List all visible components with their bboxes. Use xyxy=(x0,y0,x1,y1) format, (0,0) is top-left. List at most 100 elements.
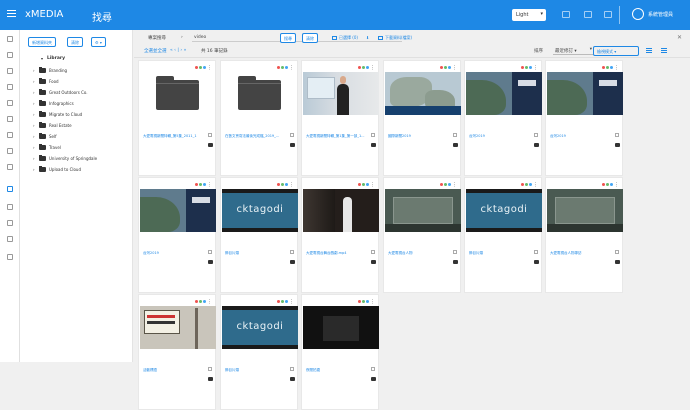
more-icon[interactable]: ⋮ xyxy=(289,300,294,305)
media-name[interactable]: 大愛電視新聞特輯_第5集_2011_1 xyxy=(143,134,203,139)
archive-icon[interactable] xyxy=(7,236,13,242)
media-thumbnail[interactable] xyxy=(547,189,623,232)
basket-icon[interactable] xyxy=(208,143,213,147)
basket-icon[interactable] xyxy=(208,260,213,264)
select-checkbox[interactable] xyxy=(208,250,212,254)
basket-icon[interactable] xyxy=(453,143,458,147)
chevron-right-icon[interactable]: › xyxy=(33,101,35,106)
basket-icon[interactable] xyxy=(371,260,376,264)
tag-icon[interactable] xyxy=(7,132,13,138)
chevron-right-icon[interactable]: › xyxy=(33,123,35,128)
more-icon[interactable]: ⋮ xyxy=(452,183,457,188)
settings-icon[interactable] xyxy=(7,204,13,210)
media-name[interactable]: 節目片頭 xyxy=(225,368,285,373)
list-icon[interactable] xyxy=(7,52,13,58)
basket-icon[interactable] xyxy=(534,260,539,264)
chevron-right-icon[interactable]: › xyxy=(33,134,35,139)
media-name[interactable]: 節目片頭 xyxy=(469,251,529,256)
chart-icon[interactable] xyxy=(7,100,13,106)
more-icon[interactable]: ⋮ xyxy=(452,66,457,71)
download-icon[interactable]: ⬇ xyxy=(366,35,369,40)
basket-icon[interactable] xyxy=(290,260,295,264)
tree-item[interactable]: › University of Springdale xyxy=(33,154,133,163)
tree-item[interactable]: › Branding xyxy=(33,66,133,75)
media-thumbnail[interactable]: cktagodi xyxy=(466,189,542,232)
basket-icon[interactable] xyxy=(615,260,620,264)
edit-icon[interactable] xyxy=(7,116,13,122)
media-thumbnail[interactable]: cktagodi xyxy=(222,306,298,349)
tree-item[interactable]: › Migrate to Cloud xyxy=(33,110,133,119)
media-thumbnail[interactable]: cktagodi xyxy=(222,189,298,232)
basket-icon[interactable] xyxy=(208,377,213,381)
media-name[interactable]: 在藝文會寫法最後完成檔_2019_... xyxy=(225,134,285,139)
media-card[interactable]: ⋮ cktagodi 節目片頭 xyxy=(220,294,298,410)
chevron-right-icon[interactable]: › xyxy=(33,90,35,95)
media-name[interactable]: 活動標語 xyxy=(143,368,203,373)
media-card[interactable]: ⋮ 台灣2019 xyxy=(464,60,542,176)
media-card[interactable]: ⋮ 大愛電視新聞特輯_第1集_第一部_1... xyxy=(301,60,379,176)
media-thumbnail[interactable] xyxy=(140,72,216,115)
media-thumbnail[interactable] xyxy=(303,72,379,115)
more-icon[interactable]: ⋮ xyxy=(207,300,212,305)
media-card[interactable]: ⋮ cktagodi 節目片頭 xyxy=(464,177,542,293)
media-name[interactable]: 台灣2019 xyxy=(469,134,529,139)
path-input[interactable]: video xyxy=(192,33,402,42)
close-icon[interactable]: ✕ xyxy=(677,34,682,41)
media-thumbnail[interactable] xyxy=(385,72,461,115)
tree-item[interactable]: › Real Estate xyxy=(33,121,133,130)
reset-button[interactable]: 清除 xyxy=(302,33,318,43)
sort-select[interactable]: 最近修訂 ▾ xyxy=(553,46,593,55)
more-icon[interactable]: ⋮ xyxy=(207,183,212,188)
chevron-right-icon[interactable]: › xyxy=(33,167,35,172)
select-checkbox[interactable] xyxy=(453,133,457,137)
avatar[interactable] xyxy=(632,8,644,20)
menu-icon[interactable] xyxy=(7,10,16,19)
more-icon[interactable]: ⋮ xyxy=(533,66,538,71)
select-checkbox[interactable] xyxy=(371,250,375,254)
home-icon[interactable] xyxy=(7,36,13,42)
select-checkbox[interactable] xyxy=(371,367,375,371)
media-thumbnail[interactable] xyxy=(547,72,623,115)
more-icon[interactable]: ⋮ xyxy=(289,66,294,71)
media-card[interactable]: ⋮ 台灣2019 xyxy=(138,177,216,293)
media-name[interactable]: 台灣2019 xyxy=(143,251,203,256)
select-checkbox[interactable] xyxy=(534,133,538,137)
media-thumbnail[interactable] xyxy=(222,72,298,115)
info-icon[interactable] xyxy=(7,220,13,226)
select-checkbox[interactable] xyxy=(534,250,538,254)
tree-item[interactable]: › Great Outdoors Co. xyxy=(33,88,133,97)
more-icon[interactable]: ⋮ xyxy=(533,183,538,188)
message-icon[interactable] xyxy=(584,11,592,18)
search-button[interactable]: 搜尋 xyxy=(280,33,296,43)
library-caret-icon[interactable]: ▾ xyxy=(41,56,43,61)
more-icon[interactable]: ⋮ xyxy=(614,66,619,71)
media-thumbnail[interactable] xyxy=(385,189,461,232)
chevron-right-icon[interactable]: › xyxy=(33,145,35,150)
tree-item[interactable]: › Infographics xyxy=(33,99,133,108)
more-icon[interactable]: ⋮ xyxy=(207,66,212,71)
search-icon[interactable] xyxy=(7,186,13,192)
select-checkbox[interactable] xyxy=(615,133,619,137)
more-icon[interactable]: ⋮ xyxy=(289,183,294,188)
clear-tree-button[interactable]: 清除 xyxy=(67,37,83,47)
library-root[interactable]: Library xyxy=(47,56,65,61)
chevron-right-icon[interactable]: › xyxy=(33,79,35,84)
select-checkbox[interactable] xyxy=(290,250,294,254)
basket-icon[interactable] xyxy=(453,260,458,264)
media-thumbnail[interactable] xyxy=(140,189,216,232)
chevron-right-icon[interactable]: › xyxy=(33,156,35,161)
basket-icon[interactable] xyxy=(371,377,376,381)
user-name[interactable]: 系統管理員 xyxy=(648,11,673,18)
select-checkbox[interactable] xyxy=(290,367,294,371)
select-checkbox[interactable] xyxy=(208,133,212,137)
media-thumbnail[interactable] xyxy=(303,306,379,349)
help-icon[interactable] xyxy=(604,11,612,18)
select-checkbox[interactable] xyxy=(290,133,294,137)
chevron-right-icon[interactable]: › xyxy=(33,112,35,117)
download-link[interactable]: 下載資料(檔案) xyxy=(378,35,412,41)
media-card[interactable]: ⋮ 活動標語 xyxy=(138,294,216,410)
grid-icon[interactable] xyxy=(7,254,13,260)
tree-item[interactable]: › Food xyxy=(33,77,133,86)
basket-icon[interactable] xyxy=(290,377,295,381)
view-mode-button[interactable]: 檢視模式 ▾ xyxy=(593,46,639,56)
